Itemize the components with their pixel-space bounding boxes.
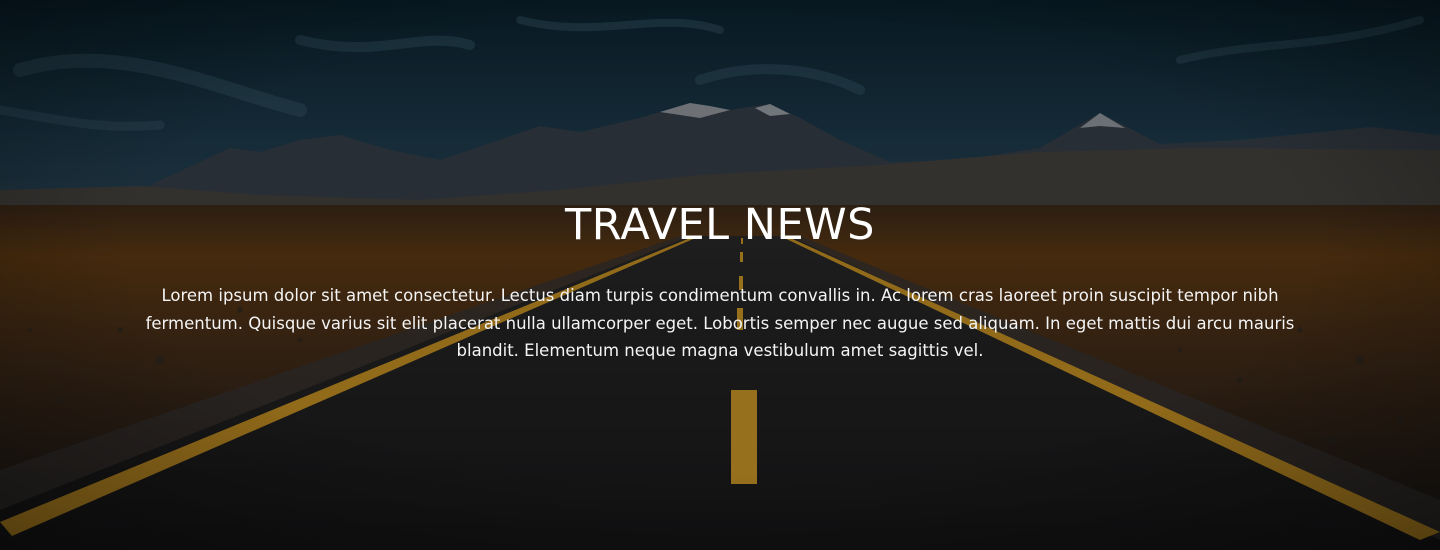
hero-title: TRAVEL NEWS <box>565 200 875 250</box>
hero-banner: TRAVEL NEWS Lorem ipsum dolor sit amet c… <box>0 0 1440 550</box>
hero-description: Lorem ipsum dolor sit amet consectetur. … <box>145 286 1295 360</box>
hero-content: TRAVEL NEWS Lorem ipsum dolor sit amet c… <box>0 0 1440 550</box>
